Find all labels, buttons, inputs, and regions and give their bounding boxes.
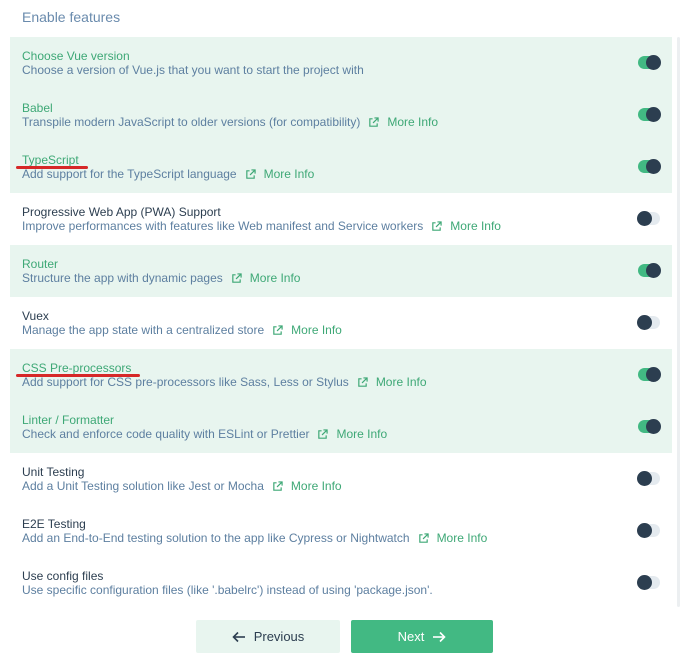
previous-button[interactable]: Previous <box>196 620 340 653</box>
feature-title: Babel <box>22 101 53 115</box>
feature-row-typescript[interactable]: TypeScript Add support for the TypeScrip… <box>10 141 672 193</box>
toggle-knob <box>646 419 661 434</box>
previous-label: Previous <box>253 629 305 644</box>
scrollbar[interactable] <box>677 37 680 607</box>
feature-row-router[interactable]: Router Structure the app with dynamic pa… <box>10 245 672 297</box>
feature-description: Use specific configuration files (like '… <box>22 583 433 597</box>
next-button[interactable]: Next <box>351 620 493 653</box>
more-info-link[interactable]: More Info <box>368 115 438 129</box>
feature-toggle[interactable] <box>638 419 661 434</box>
feature-toggle[interactable] <box>637 575 660 590</box>
feature-description: Choose a version of Vue.js that you want… <box>22 63 364 77</box>
more-info-link[interactable]: More Info <box>231 271 301 285</box>
feature-row-linter[interactable]: Linter / Formatter Check and enforce cod… <box>10 401 672 453</box>
feature-row-e2e-testing[interactable]: E2E Testing Add an End-to-End testing so… <box>10 505 672 557</box>
more-info-label: More Info <box>263 167 315 181</box>
feature-title: Linter / Formatter <box>22 413 115 427</box>
feature-title: Router <box>22 257 59 271</box>
feature-row-babel[interactable]: Babel Transpile modern JavaScript to old… <box>10 89 672 141</box>
more-info-label: More Info <box>291 323 342 337</box>
toggle-knob <box>646 263 661 278</box>
toggle-knob <box>637 471 652 486</box>
external-link-icon <box>245 168 256 179</box>
more-info-link[interactable]: More Info <box>418 531 488 545</box>
feature-list: Choose Vue version Choose a version of V… <box>10 37 672 609</box>
feature-title: TypeScript <box>22 153 79 167</box>
more-info-label: More Info <box>387 115 439 129</box>
toggle-knob <box>646 55 661 70</box>
feature-row-config-files[interactable]: Use config files Use specific configurat… <box>10 557 672 609</box>
feature-title: Unit Testing <box>22 465 85 479</box>
arrow-right-icon <box>433 631 446 642</box>
feature-toggle[interactable] <box>638 107 661 122</box>
feature-toggle[interactable] <box>637 471 660 486</box>
toggle-knob <box>646 107 661 122</box>
feature-toggle[interactable] <box>638 367 661 382</box>
feature-row-vue-version[interactable]: Choose Vue version Choose a version of V… <box>10 37 672 89</box>
feature-row-vuex[interactable]: Vuex Manage the app state with a central… <box>10 297 672 349</box>
feature-toggle[interactable] <box>638 55 661 70</box>
feature-description: Transpile modern JavaScript to older ver… <box>22 115 361 129</box>
external-link-icon <box>318 428 329 439</box>
feature-toggle[interactable] <box>637 523 660 538</box>
feature-row-unit-testing[interactable]: Unit Testing Add a Unit Testing solution… <box>10 453 672 505</box>
more-info-label: More Info <box>290 479 342 493</box>
next-label: Next <box>397 629 425 644</box>
wizard-footer: Previous Next <box>0 620 686 653</box>
toggle-knob <box>637 211 652 226</box>
feature-description: Add support for the TypeScript language <box>22 167 237 181</box>
feature-toggle[interactable] <box>637 211 660 226</box>
toggle-knob <box>646 159 661 174</box>
feature-description: Add a Unit Testing solution like Jest or… <box>22 479 264 493</box>
section-title: Enable features <box>22 9 121 25</box>
toggle-knob <box>646 367 661 382</box>
more-info-link[interactable]: More Info <box>431 219 501 233</box>
external-link-icon <box>432 220 442 231</box>
feature-description: Manage the app state with a centralized … <box>22 323 265 337</box>
feature-toggle[interactable] <box>638 263 661 278</box>
more-info-link[interactable]: More Info <box>357 375 427 389</box>
feature-row-pwa[interactable]: Progressive Web App (PWA) Support Improv… <box>10 193 672 245</box>
more-info-link[interactable]: More Info <box>272 323 342 337</box>
more-info-label: More Info <box>249 271 301 285</box>
more-info-link[interactable]: More Info <box>317 427 387 441</box>
feature-description: Add support for CSS pre-processors like … <box>22 375 349 389</box>
external-link-icon <box>232 272 242 283</box>
more-info-label: More Info <box>436 531 488 545</box>
feature-toggle[interactable] <box>637 315 660 330</box>
toggle-knob <box>637 523 652 538</box>
feature-description: Structure the app with dynamic pages <box>22 271 223 285</box>
css-preprocessors-underline-annotation <box>16 374 140 377</box>
more-info-link[interactable]: More Info <box>245 167 315 181</box>
toggle-knob <box>637 575 652 590</box>
feature-description: Improve performances with features like … <box>22 219 424 233</box>
feature-description: Add an End-to-End testing solution to th… <box>22 531 410 545</box>
external-link-icon <box>369 116 380 127</box>
feature-title: Vuex <box>22 309 49 323</box>
feature-title: E2E Testing <box>22 517 86 531</box>
typescript-underline-annotation <box>16 166 88 169</box>
feature-title: Choose Vue version <box>22 49 130 63</box>
external-link-icon <box>358 376 368 387</box>
external-link-icon <box>273 480 283 491</box>
more-info-link[interactable]: More Info <box>272 479 342 493</box>
more-info-label: More Info <box>450 219 501 233</box>
feature-title: Progressive Web App (PWA) Support <box>22 205 221 219</box>
external-link-icon <box>273 324 283 335</box>
more-info-label: More Info <box>336 427 388 441</box>
feature-toggle[interactable] <box>638 159 661 174</box>
arrow-left-icon <box>232 631 245 642</box>
external-link-icon <box>418 532 429 543</box>
feature-description: Check and enforce code quality with ESLi… <box>22 427 310 441</box>
more-info-label: More Info <box>375 375 427 389</box>
feature-title: Use config files <box>22 569 104 583</box>
feature-title: CSS Pre-processors <box>22 361 132 375</box>
toggle-knob <box>637 315 652 330</box>
